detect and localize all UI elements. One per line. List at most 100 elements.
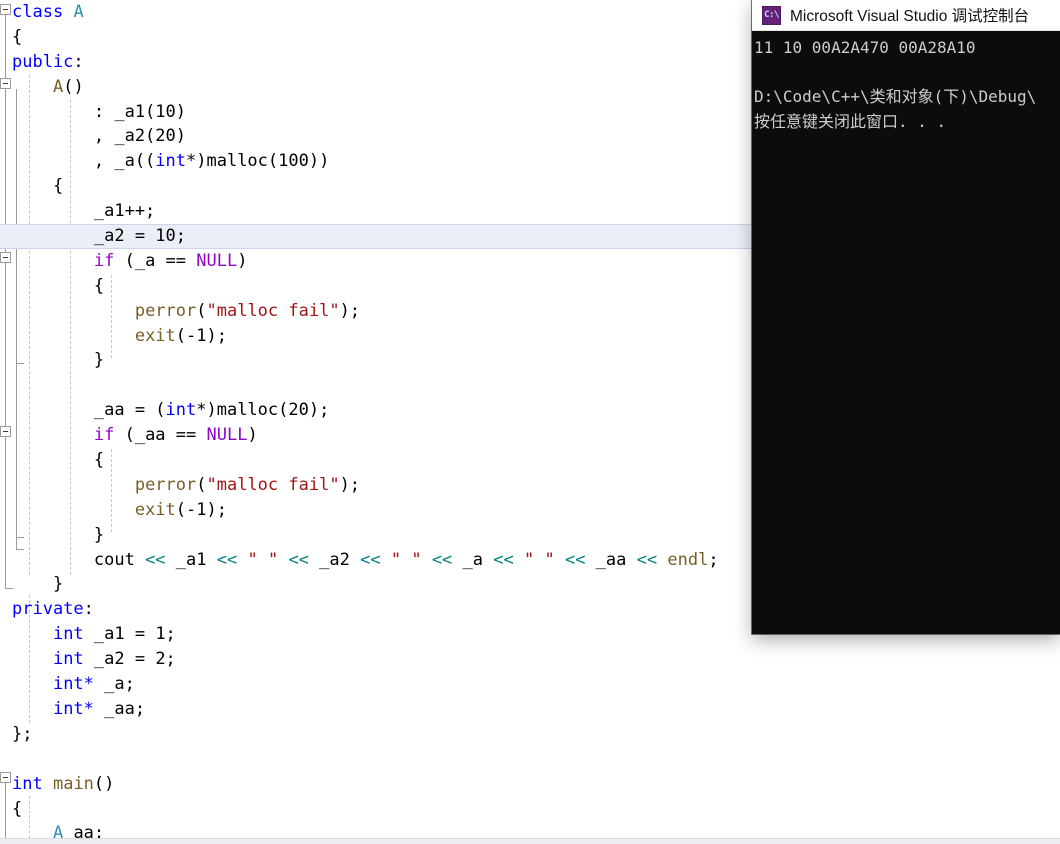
console-titlebar[interactable]: C:\ Microsoft Visual Studio 调试控制台 bbox=[752, 0, 1060, 31]
token: private bbox=[12, 599, 84, 620]
token: , _a(( bbox=[12, 151, 156, 172]
code-line-30[interactable]: }; bbox=[0, 722, 1060, 747]
code-line-32[interactable]: int main() bbox=[0, 772, 1060, 797]
token: : bbox=[83, 599, 94, 620]
token: () bbox=[93, 773, 115, 794]
token: { bbox=[12, 450, 105, 471]
token: (-1); bbox=[175, 499, 227, 520]
console-line-3: D:\Code\C++\类和对象(下)\Debug\ bbox=[754, 87, 1037, 106]
token: int bbox=[52, 649, 84, 670]
token: { bbox=[12, 275, 105, 296]
token: aa; bbox=[63, 823, 105, 838]
token: { bbox=[12, 798, 23, 819]
token: ); bbox=[339, 300, 361, 321]
token: _a2 bbox=[308, 549, 361, 570]
token: *)malloc(100)) bbox=[186, 151, 330, 172]
token: , _a2(20) bbox=[12, 126, 186, 147]
code-line-33[interactable]: { bbox=[0, 797, 1060, 822]
token: << bbox=[431, 549, 453, 570]
token: _aa = ( bbox=[12, 400, 166, 421]
token: : _a1( bbox=[12, 101, 156, 122]
token: endl bbox=[667, 549, 709, 570]
token: if bbox=[12, 250, 115, 271]
token: cout bbox=[12, 549, 146, 570]
token: 10 bbox=[155, 101, 176, 122]
token: ); bbox=[339, 474, 361, 495]
token: << bbox=[288, 549, 309, 570]
console-output: 11 10 00A2A470 00A28A10 D:\Code\C++\类和对象… bbox=[752, 31, 1060, 134]
token: << bbox=[564, 549, 586, 570]
cmd-prompt-icon: C:\ bbox=[762, 5, 781, 25]
code-line-29[interactable]: int* _aa; bbox=[0, 697, 1060, 722]
token: if bbox=[12, 425, 115, 446]
token: _a2 = 10; bbox=[12, 226, 186, 247]
token: " " bbox=[523, 549, 555, 570]
token: exit bbox=[134, 499, 176, 520]
code-line-31[interactable] bbox=[0, 747, 1060, 772]
token: _a; bbox=[93, 674, 135, 695]
token: int bbox=[12, 773, 43, 794]
token: " " bbox=[390, 549, 422, 570]
code-line-28[interactable]: int* _a; bbox=[0, 672, 1060, 697]
token: _a2 = 2; bbox=[83, 649, 176, 670]
token: _a bbox=[452, 549, 494, 570]
token: perror bbox=[134, 300, 197, 321]
token: ) bbox=[237, 250, 248, 271]
token: perror bbox=[134, 474, 197, 495]
token: int bbox=[155, 151, 187, 172]
token: "malloc fail" bbox=[206, 300, 340, 321]
token: int bbox=[165, 400, 197, 421]
token: (_aa == bbox=[114, 425, 207, 446]
code-line-27[interactable]: int _a2 = 2; bbox=[0, 647, 1060, 672]
token: << bbox=[493, 549, 514, 570]
token: } bbox=[12, 574, 64, 595]
token: _aa; bbox=[93, 698, 146, 719]
token: _a1 bbox=[165, 549, 217, 570]
token: () bbox=[63, 76, 84, 97]
token: _a1 = 1; bbox=[83, 624, 176, 645]
token: } bbox=[12, 350, 105, 371]
token: "malloc fail" bbox=[206, 474, 340, 495]
token: ; bbox=[708, 549, 719, 570]
token: { bbox=[12, 176, 64, 197]
debug-console-window[interactable]: C:\ Microsoft Visual Studio 调试控制台 11 10 … bbox=[752, 0, 1060, 634]
token: exit bbox=[134, 325, 176, 346]
token: << bbox=[636, 549, 658, 570]
token: _aa bbox=[585, 549, 637, 570]
token: main bbox=[52, 773, 94, 794]
token: A bbox=[52, 823, 64, 838]
token: A bbox=[73, 2, 84, 22]
token: (_a == bbox=[114, 250, 197, 271]
console-window-title: Microsoft Visual Studio 调试控制台 bbox=[790, 8, 1030, 25]
console-line-2 bbox=[754, 61, 1060, 86]
token: class bbox=[12, 2, 64, 22]
token: int bbox=[52, 624, 84, 645]
token: A bbox=[52, 76, 64, 97]
token: int* bbox=[52, 698, 94, 719]
token: *)malloc(20); bbox=[196, 400, 330, 421]
token: _a1++; bbox=[12, 201, 156, 222]
token: << bbox=[360, 549, 381, 570]
console-line-1: 11 10 00A2A470 00A28A10 bbox=[754, 38, 976, 57]
token: int* bbox=[52, 674, 94, 695]
token: << bbox=[145, 549, 166, 570]
token: }; bbox=[12, 723, 33, 744]
code-line-34[interactable]: A aa; bbox=[0, 821, 1060, 838]
token: " " bbox=[247, 549, 279, 570]
